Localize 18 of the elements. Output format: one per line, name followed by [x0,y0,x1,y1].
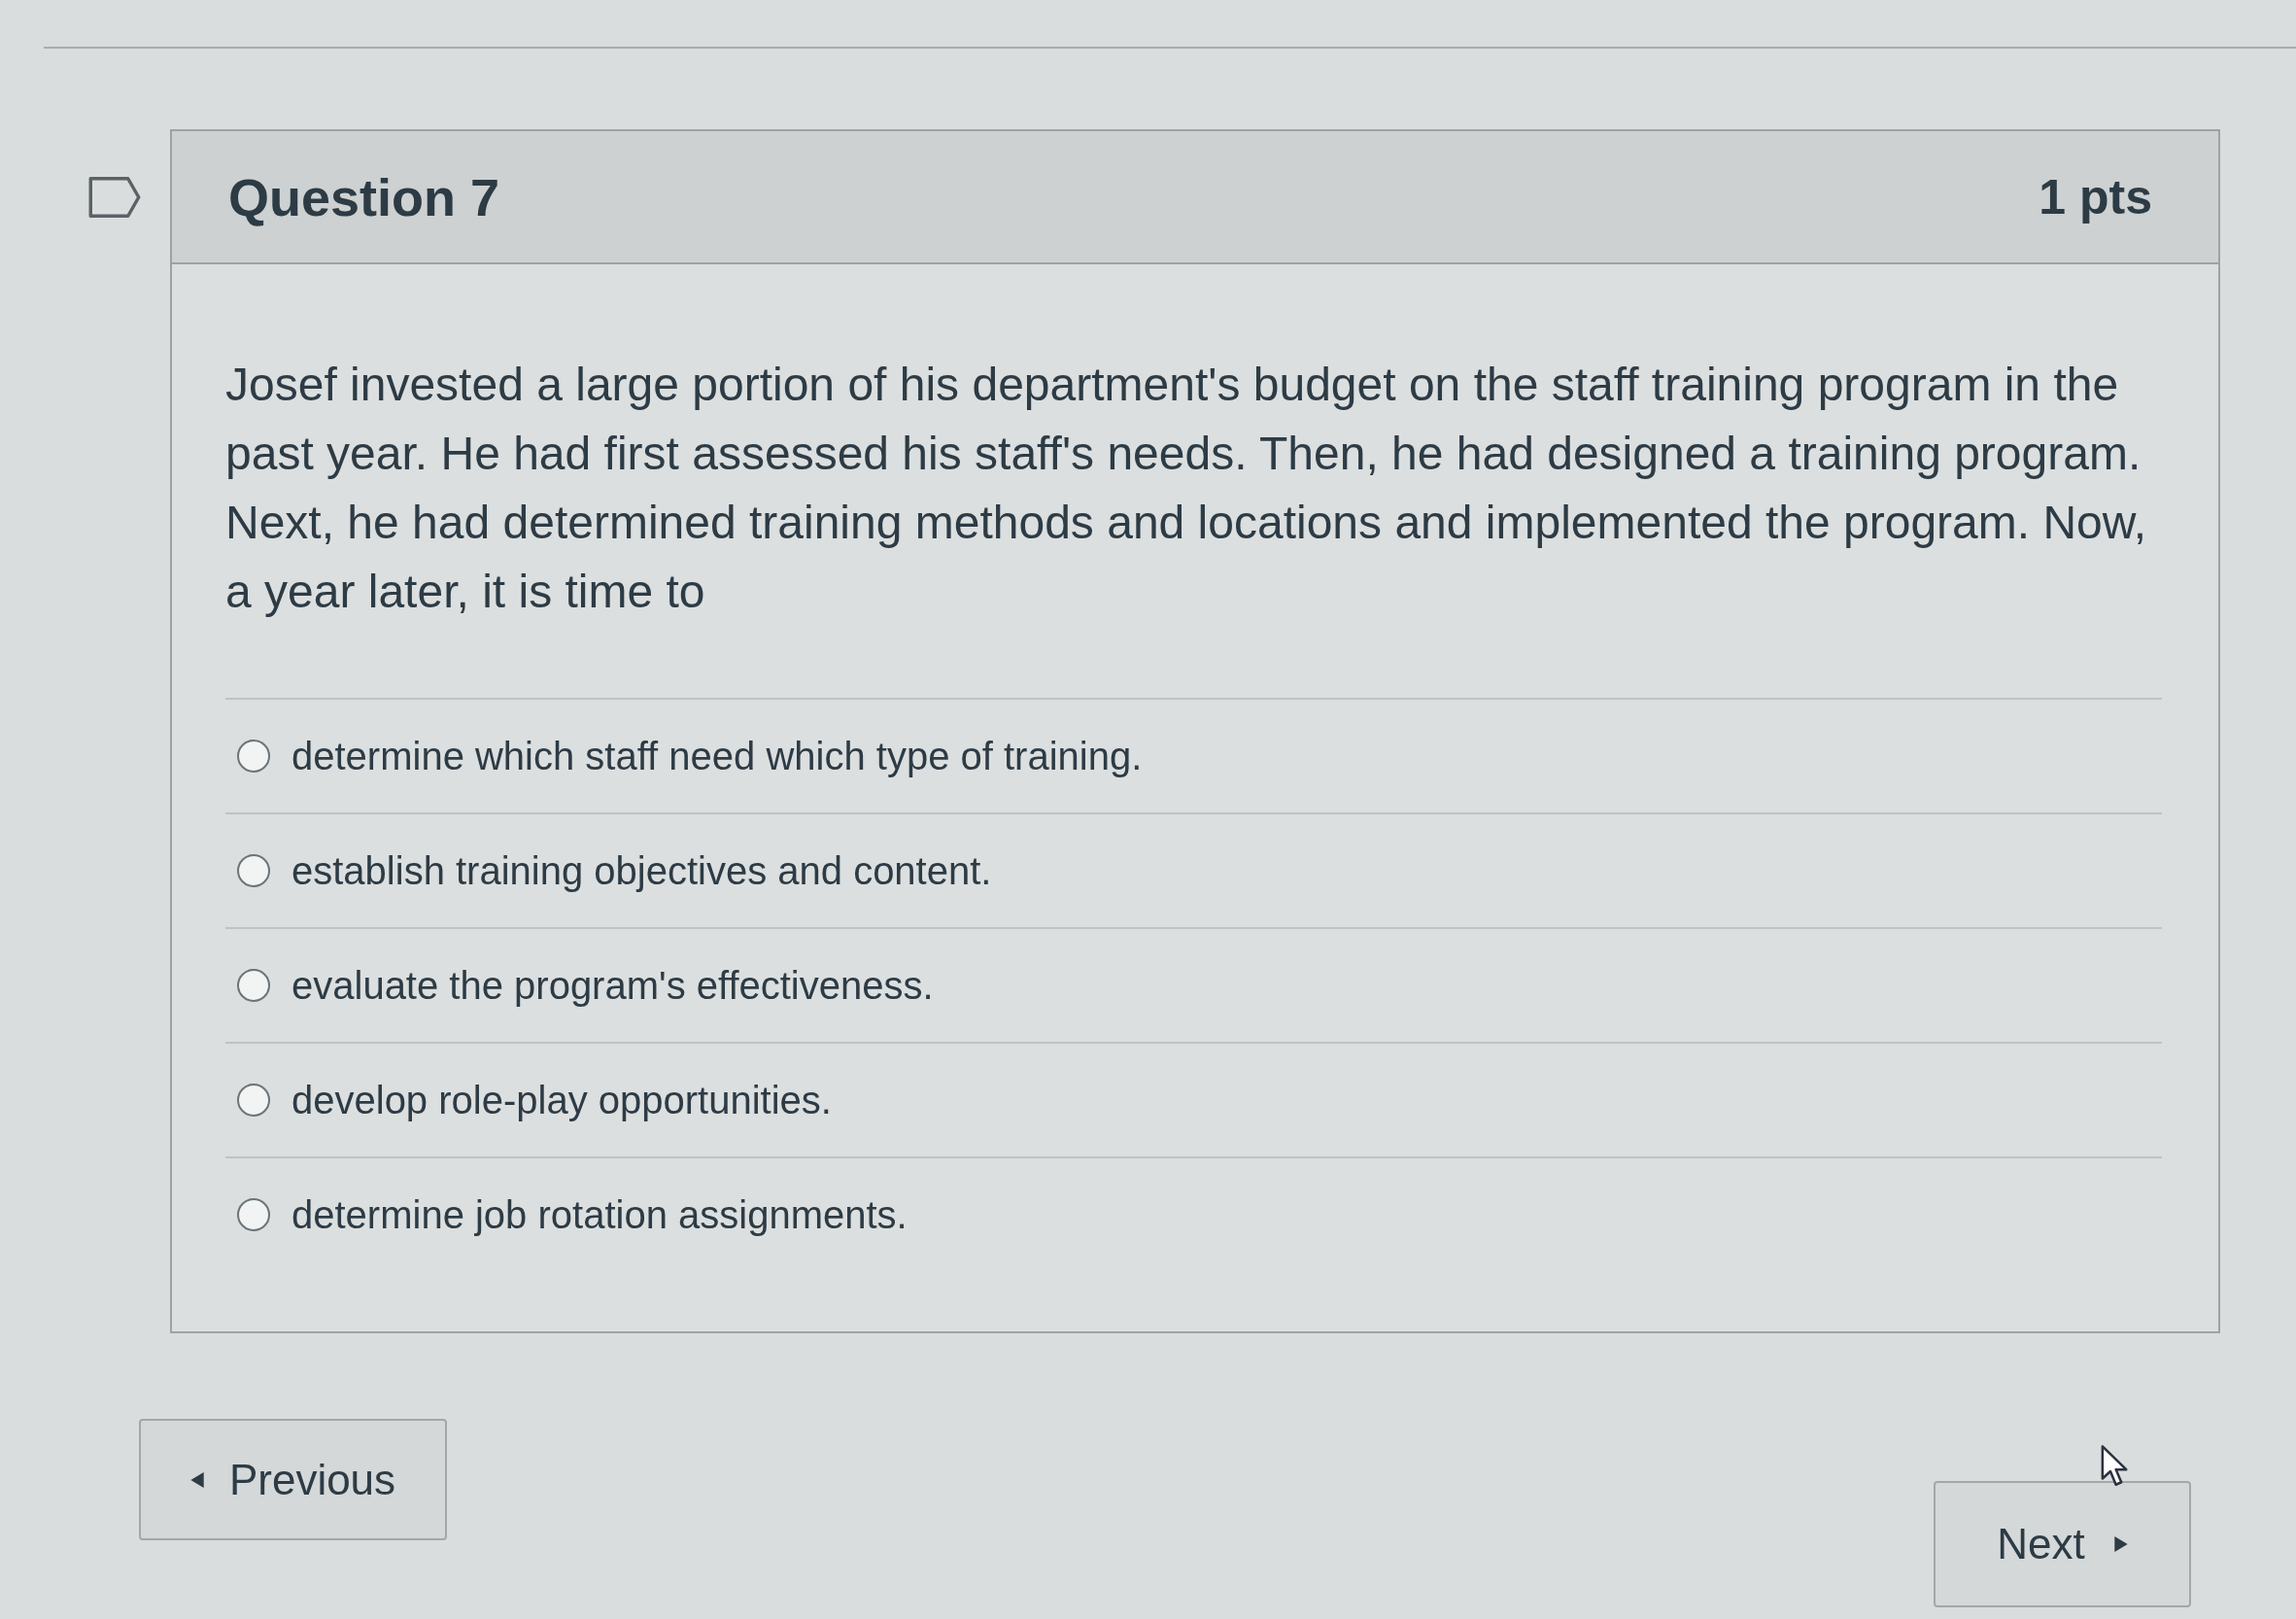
answer-label[interactable]: determine job rotation assignments. [291,1192,908,1237]
cursor-icon [2101,1444,2130,1489]
radio-button[interactable] [237,854,270,887]
caret-right-icon [2113,1536,2128,1552]
flag-icon[interactable] [87,176,142,219]
caret-left-icon [189,1471,204,1488]
radio-button[interactable] [237,1198,270,1231]
question-title: Question 7 [228,166,500,227]
previous-button[interactable]: Previous [139,1419,447,1540]
radio-button[interactable] [237,969,270,1002]
answer-label[interactable]: evaluate the program's effectiveness. [291,963,934,1008]
question-text: Josef invested a large portion of his department's budget on the staff training program in the past year. He had first assessed his staff's needs. Then, he had designed a training program. Next, he had determined training methods and locations and implemented the program. Now, a year later, it is time to [225,358,2148,619]
answer-label[interactable]: determine which staff need which type of training. [291,734,1143,778]
radio-button[interactable] [237,1084,270,1117]
answer-label[interactable]: develop role-play opportunities. [291,1078,832,1122]
radio-button[interactable] [237,740,270,773]
answer-label[interactable]: establish training objectives and content. [291,848,992,893]
points-label: 1 pts [2039,168,2152,225]
